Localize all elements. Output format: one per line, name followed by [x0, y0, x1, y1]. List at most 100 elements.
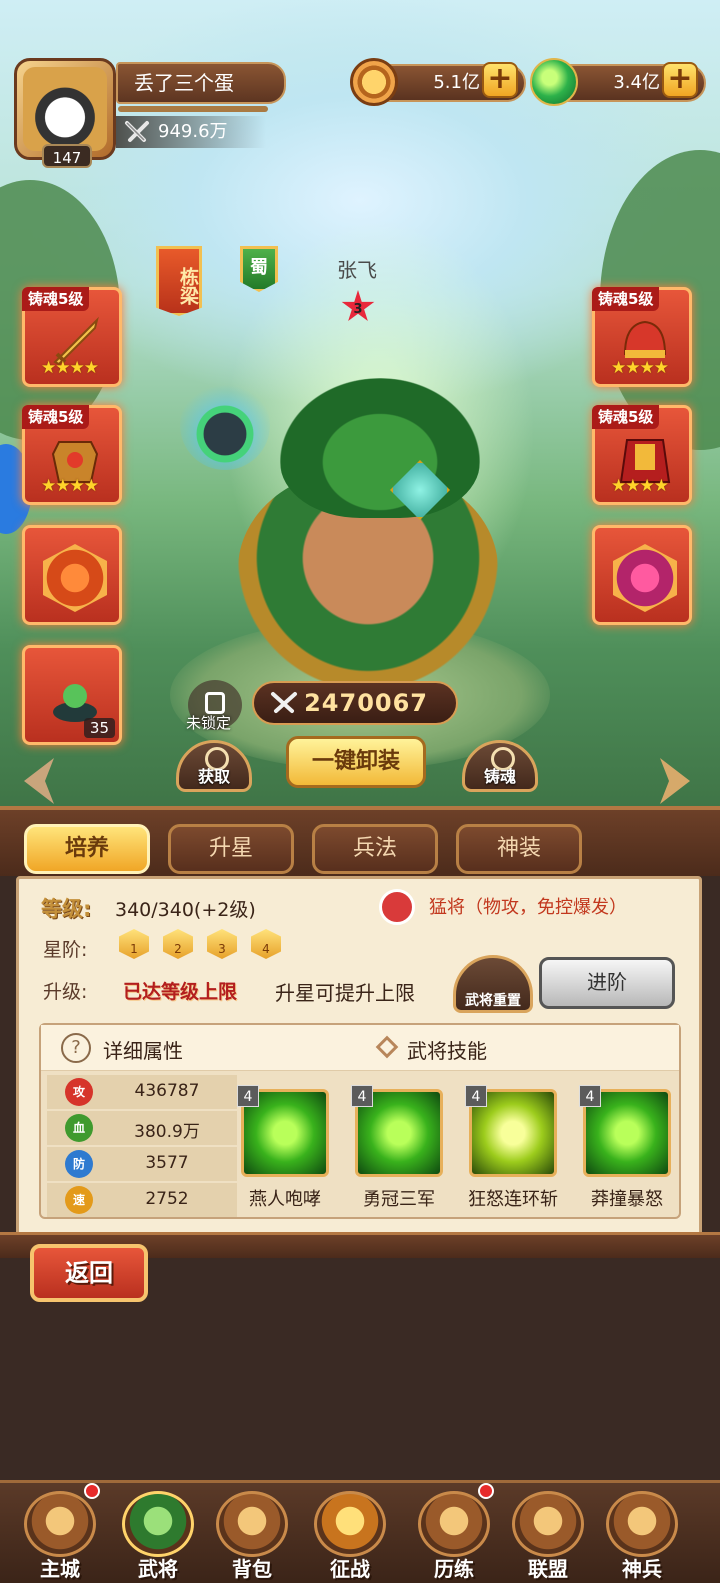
role-text: 猛将（物攻，免控爆发） — [429, 897, 627, 918]
castle-icon — [24, 1491, 96, 1557]
nav-alliance[interactable]: 联盟 — [506, 1489, 590, 1581]
hero-star-badge: 3 — [341, 290, 375, 321]
add-coins-button[interactable]: + — [482, 62, 518, 98]
tab-cultivate[interactable]: 培养 — [24, 824, 150, 874]
skill-level: 4 — [579, 1085, 601, 1107]
upgrade-label: 升级: — [43, 981, 88, 1003]
hexagon-treasure-icon — [43, 544, 107, 612]
bottom-nav: 主城 武将 背包 征战 历练 联盟 神兵 — [0, 1480, 720, 1583]
hp-value: 380.9万 — [134, 1122, 200, 1142]
equip-slot-treasure-left[interactable] — [22, 525, 122, 625]
nav-divine-weapon[interactable]: 神兵 — [600, 1489, 684, 1581]
tab-tactics[interactable]: 兵法 — [312, 824, 438, 874]
notification-dot — [84, 1483, 100, 1499]
hero-title-tag: 栋梁 — [156, 246, 202, 316]
jade-icon — [530, 58, 578, 106]
player-power-value: 949.6万 — [158, 121, 228, 142]
skill-card[interactable]: 4 勇冠三军 — [351, 1085, 447, 1217]
obtain-label: 获取 — [197, 767, 230, 786]
slot-stars: ★★★★ — [41, 358, 99, 378]
nav-label: 历练 — [434, 1557, 474, 1581]
nav-campaign[interactable]: 征战 — [308, 1489, 392, 1581]
nav-label: 征战 — [330, 1557, 370, 1581]
add-jade-button[interactable]: + — [662, 62, 698, 98]
role-icon — [379, 889, 415, 925]
skills-title: 武将技能 — [407, 1039, 487, 1063]
faction-tag: 蜀 — [240, 246, 278, 292]
hero-name: 张飞 — [337, 258, 377, 282]
level-label: 等级: — [41, 897, 92, 921]
advance-button[interactable]: 进阶 — [539, 957, 675, 1009]
cultivate-content: 等级: 340/340(+2级) 猛将（物攻，免控爆发） 星阶: 1 2 3 4… — [16, 876, 702, 1238]
nav-label: 武将 — [138, 1557, 178, 1581]
nav-heroes[interactable]: 武将 — [116, 1489, 200, 1581]
player-name: 丢了三个蛋 — [116, 62, 286, 104]
skill-card[interactable]: 4 燕人咆哮 — [237, 1085, 333, 1217]
equip-slot-pet[interactable]: 35 — [22, 645, 122, 745]
equip-slot-treasure-right[interactable] — [592, 525, 692, 625]
nav-main-city[interactable]: 主城 — [18, 1483, 102, 1581]
back-button[interactable]: 返回 — [30, 1244, 148, 1302]
coin-icon — [350, 58, 398, 106]
star-up-hint: 升星可提升上限 — [275, 981, 415, 1005]
skill-level: 4 — [237, 1085, 259, 1107]
hero-reset-button[interactable]: 武将重置 — [453, 955, 533, 1013]
soul-forge-label: 铸魂 — [483, 767, 516, 786]
skill-level: 4 — [465, 1085, 487, 1107]
tab-divine-gear[interactable]: 神装 — [456, 824, 582, 874]
skill-name: 勇冠三军 — [363, 1189, 435, 1210]
star-gem-icon: 4 — [251, 929, 281, 959]
defense-icon: 防 — [65, 1150, 93, 1178]
defense-value: 3577 — [145, 1153, 189, 1173]
hero-combat-power-value: 2470067 — [304, 689, 428, 717]
pet-count: 35 — [83, 718, 115, 738]
tab-bar: 培养 升星 兵法 神装 — [0, 806, 720, 876]
skill-name: 狂怒连环斩 — [468, 1189, 558, 1210]
nav-bag[interactable]: 背包 — [210, 1489, 294, 1581]
tab-star-up[interactable]: 升星 — [168, 824, 294, 874]
emblem-treasure-icon — [613, 544, 677, 612]
slot-forge-tag: 铸魂5级 — [592, 405, 660, 429]
nav-label: 神兵 — [622, 1557, 662, 1581]
prev-hero-arrow[interactable] — [24, 758, 54, 804]
equip-slot-weapon[interactable]: 铸魂5级 ★★★★ — [22, 287, 122, 387]
equip-slot-cloak[interactable]: 铸魂5级 ★★★★ — [592, 405, 692, 505]
next-hero-arrow[interactable] — [660, 758, 690, 804]
star-gem-icon: 2 — [163, 929, 193, 959]
player-power: 949.6万 — [116, 116, 266, 148]
lock-label: 未锁定 — [186, 714, 232, 732]
alliance-icon — [512, 1491, 584, 1557]
level-maxed-text: 已达等级上限 — [123, 981, 238, 1003]
hp-icon: 血 — [65, 1114, 93, 1142]
hero-combat-power: 2470067 — [252, 681, 458, 725]
slot-stars: ★★★★ — [41, 476, 99, 496]
help-icon[interactable]: ? — [61, 1033, 91, 1063]
lock-icon — [205, 692, 225, 714]
skill-name: 莽撞暴怒 — [591, 1189, 663, 1210]
skill-card[interactable]: 4 狂怒连环斩 — [465, 1085, 561, 1217]
skill-card[interactable]: 4 莽撞暴怒 — [579, 1085, 675, 1217]
crossed-swords-icon — [125, 121, 149, 142]
attributes-title: 详细属性 — [103, 1039, 183, 1063]
skill-name: 燕人咆哮 — [249, 1189, 321, 1210]
slot-forge-tag: 铸魂5级 — [592, 287, 660, 311]
nav-training[interactable]: 历练 — [412, 1483, 496, 1581]
speed-value: 2752 — [145, 1189, 189, 1209]
attributes-header: ? 详细属性 武将技能 — [41, 1025, 679, 1071]
equip-slot-armor[interactable]: 铸魂5级 ★★★★ — [22, 405, 122, 505]
crossed-swords-icon — [314, 1491, 386, 1557]
star-rank-label: 星阶: — [43, 939, 88, 961]
nav-label: 主城 — [40, 1557, 80, 1581]
nav-label: 联盟 — [528, 1557, 568, 1581]
speed-icon: 速 — [65, 1186, 93, 1214]
attr-row-speed: 速 2752 — [47, 1183, 237, 1217]
backpack-icon — [216, 1491, 288, 1557]
unequip-all-button[interactable]: 一键卸装 — [286, 736, 426, 788]
player-level: 147 — [42, 144, 92, 168]
notification-dot — [478, 1483, 494, 1499]
player-exp-bar — [118, 106, 268, 112]
equip-slot-helmet[interactable]: 铸魂5级 ★★★★ — [592, 287, 692, 387]
training-icon — [418, 1491, 490, 1557]
attr-row-hp: 血 380.9万 — [47, 1111, 237, 1145]
hero-detail-panel: 培养 升星 兵法 神装 等级: 340/340(+2级) 猛将（物攻，免控爆发）… — [0, 806, 720, 1266]
